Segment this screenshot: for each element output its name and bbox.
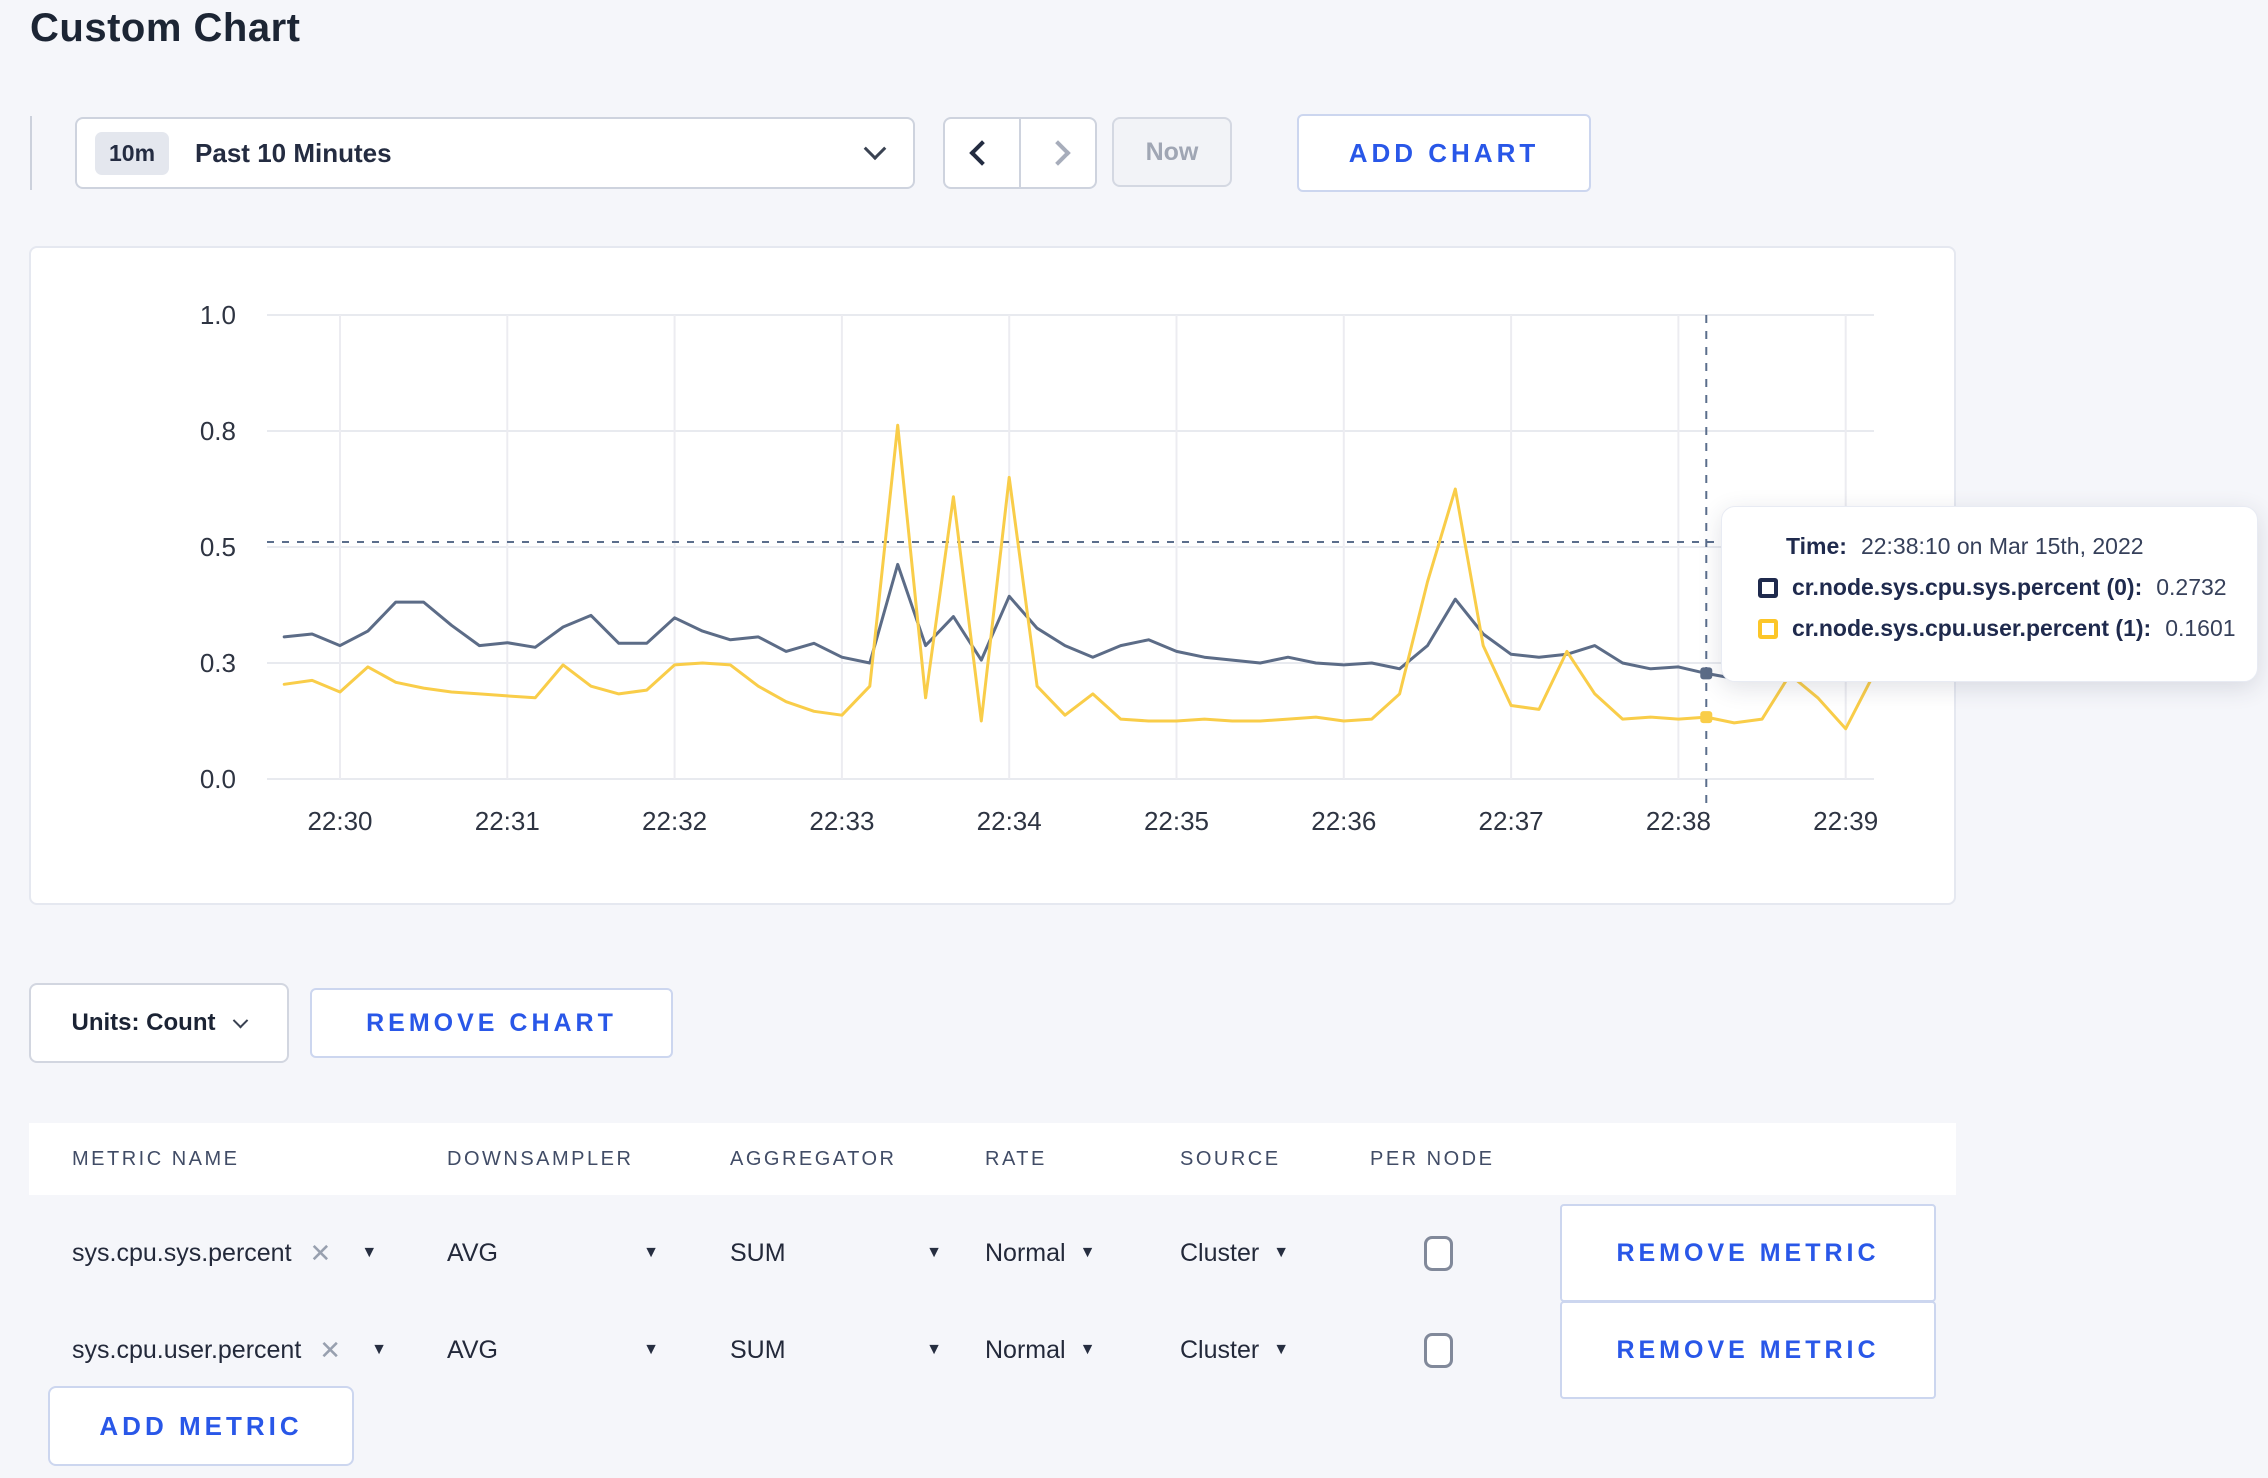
- source-value: Cluster: [1180, 1238, 1260, 1267]
- col-header-aggregator: AGGREGATOR: [730, 1147, 897, 1170]
- cpu-usage-chart[interactable]: 1.0 0.8 0.5 0.3 0.0 22:30 22:31 22:32 22:33 22:34…: [31, 248, 1954, 903]
- metric-name: sys.cpu.user.percent: [72, 1335, 302, 1364]
- tooltip-series-value: 0.2732: [2156, 574, 2227, 600]
- x-axis-tick-label: 22:34: [977, 806, 1042, 836]
- chevron-left-icon: [969, 140, 995, 166]
- time-range-badge: 10m: [95, 131, 170, 175]
- rate-select[interactable]: Normal ▼: [985, 1239, 1095, 1268]
- caret-down-icon: ▼: [1079, 1244, 1096, 1261]
- col-header-metric-name: METRIC NAME: [72, 1147, 240, 1170]
- metric-name-select[interactable]: sys.cpu.user.percent ✕ ▼: [72, 1335, 447, 1366]
- y-axis-tick-label: 0.3: [200, 648, 236, 678]
- x-axis-tick-label: 22:32: [642, 806, 707, 836]
- rate-value: Normal: [985, 1335, 1066, 1364]
- metric-name: sys.cpu.sys.percent: [72, 1238, 292, 1267]
- downsampler-select[interactable]: AVG ▼: [447, 1239, 659, 1268]
- caret-down-icon: ▼: [643, 1244, 659, 1261]
- chevron-down-icon: [863, 137, 887, 161]
- per-node-checkbox[interactable]: [1424, 1235, 1453, 1271]
- metrics-table-header: METRIC NAME DOWNSAMPLER AGGREGATOR RATE …: [29, 1123, 1956, 1195]
- metric-row: sys.cpu.sys.percent ✕ ▼ AVG ▼ SUM ▼ Norm…: [29, 1203, 1956, 1303]
- caret-down-icon: ▼: [371, 1341, 387, 1358]
- toolbar-divider: [30, 116, 32, 190]
- chart-tooltip: Time: 22:38:10 on Mar 15th, 2022 cr.node…: [1721, 506, 2258, 682]
- caret-down-icon: ▼: [1079, 1341, 1096, 1358]
- y-axis-tick-label: 1.0: [200, 300, 236, 330]
- chevron-down-icon: [233, 1012, 249, 1028]
- x-axis-tick-label: 22:38: [1646, 806, 1711, 836]
- sys-series-swatch-icon: [1758, 577, 1778, 598]
- units-label: Units: Count: [71, 1009, 216, 1036]
- caret-down-icon: ▼: [1273, 1341, 1290, 1358]
- tooltip-time-value: 22:38:10 on Mar 15th, 2022: [1860, 533, 2144, 559]
- clear-metric-icon[interactable]: ✕: [310, 1238, 332, 1269]
- aggregator-value: SUM: [730, 1335, 786, 1364]
- tooltip-time-row: Time: 22:38:10 on Mar 15th, 2022: [1786, 533, 2237, 560]
- tooltip-time-label: Time:: [1786, 533, 1847, 559]
- downsampler-value: AVG: [447, 1238, 498, 1267]
- step-back-button[interactable]: [945, 119, 1021, 187]
- chart-card: 1.0 0.8 0.5 0.3 0.0 22:30 22:31 22:32 22:33 22:34…: [29, 246, 1956, 905]
- y-axis-tick-label: 0.8: [200, 416, 236, 446]
- x-axis-tick-label: 22:39: [1813, 806, 1878, 836]
- per-node-checkbox[interactable]: [1424, 1332, 1453, 1368]
- time-range-dropdown[interactable]: 10m Past 10 Minutes: [75, 117, 915, 189]
- source-select[interactable]: Cluster ▼: [1180, 1239, 1289, 1268]
- x-axis-tick-label: 22:30: [307, 806, 372, 836]
- x-axis-tick-label: 22:31: [475, 806, 540, 836]
- col-header-source: SOURCE: [1180, 1147, 1281, 1170]
- tooltip-series-label: cr.node.sys.cpu.sys.percent (0):: [1792, 574, 2143, 600]
- chevron-right-icon: [1045, 140, 1071, 166]
- add-metric-button[interactable]: ADD METRIC: [48, 1386, 354, 1466]
- caret-down-icon: ▼: [926, 1244, 942, 1261]
- x-axis-tick-label: 22:37: [1479, 806, 1544, 836]
- aggregator-select[interactable]: SUM ▼: [730, 1239, 942, 1268]
- rate-select[interactable]: Normal ▼: [985, 1336, 1095, 1365]
- remove-chart-button[interactable]: REMOVE CHART: [310, 988, 673, 1058]
- tooltip-series-row: cr.node.sys.cpu.sys.percent (0): 0.2732: [1758, 574, 2237, 601]
- col-header-per-node: PER NODE: [1370, 1147, 1495, 1170]
- tooltip-series-value: 0.1601: [2165, 615, 2236, 641]
- x-axis-tick-label: 22:35: [1144, 806, 1209, 836]
- source-select[interactable]: Cluster ▼: [1180, 1336, 1289, 1365]
- caret-down-icon: ▼: [1273, 1244, 1290, 1261]
- aggregator-select[interactable]: SUM ▼: [730, 1336, 942, 1365]
- custom-chart-page: { "page": { "title": "Custom Chart" }, "…: [0, 0, 2268, 1478]
- series-line-1: [282, 423, 1876, 731]
- step-forward-button[interactable]: [1021, 119, 1095, 187]
- col-header-downsampler: DOWNSAMPLER: [447, 1147, 634, 1170]
- aggregator-value: SUM: [730, 1238, 786, 1267]
- time-range-label: Past 10 Minutes: [195, 137, 392, 168]
- now-button[interactable]: Now: [1112, 117, 1232, 187]
- page-title: Custom Chart: [30, 6, 301, 50]
- tooltip-series-label: cr.node.sys.cpu.user.percent (1):: [1792, 615, 2152, 641]
- time-step-group: [943, 117, 1097, 189]
- series-line-0: [282, 562, 1876, 680]
- crosshair-marker-dot: [1700, 667, 1713, 680]
- add-chart-button[interactable]: ADD CHART: [1297, 114, 1591, 192]
- user-series-swatch-icon: [1758, 618, 1778, 639]
- caret-down-icon: ▼: [361, 1244, 378, 1261]
- x-axis-tick-label: 22:36: [1311, 806, 1376, 836]
- units-dropdown[interactable]: Units: Count: [29, 983, 289, 1063]
- x-axis-tick-label: 22:33: [809, 806, 874, 836]
- tooltip-series-row: cr.node.sys.cpu.user.percent (1): 0.1601: [1758, 615, 2237, 642]
- downsampler-select[interactable]: AVG ▼: [447, 1336, 659, 1365]
- source-value: Cluster: [1180, 1335, 1260, 1364]
- y-axis-tick-label: 0.0: [200, 764, 236, 794]
- rate-value: Normal: [985, 1238, 1066, 1267]
- y-axis-tick-label: 0.5: [200, 532, 236, 562]
- metric-name-select[interactable]: sys.cpu.sys.percent ✕ ▼: [72, 1238, 447, 1269]
- crosshair-marker-dot: [1700, 711, 1713, 724]
- clear-metric-icon[interactable]: ✕: [319, 1335, 341, 1366]
- metric-row: sys.cpu.user.percent ✕ ▼ AVG ▼ SUM ▼ Nor…: [29, 1300, 1956, 1400]
- remove-metric-button[interactable]: REMOVE METRIC: [1560, 1204, 1936, 1302]
- remove-metric-button[interactable]: REMOVE METRIC: [1560, 1301, 1936, 1399]
- col-header-rate: RATE: [985, 1147, 1047, 1170]
- caret-down-icon: ▼: [926, 1341, 942, 1358]
- downsampler-value: AVG: [447, 1335, 498, 1364]
- caret-down-icon: ▼: [643, 1341, 659, 1358]
